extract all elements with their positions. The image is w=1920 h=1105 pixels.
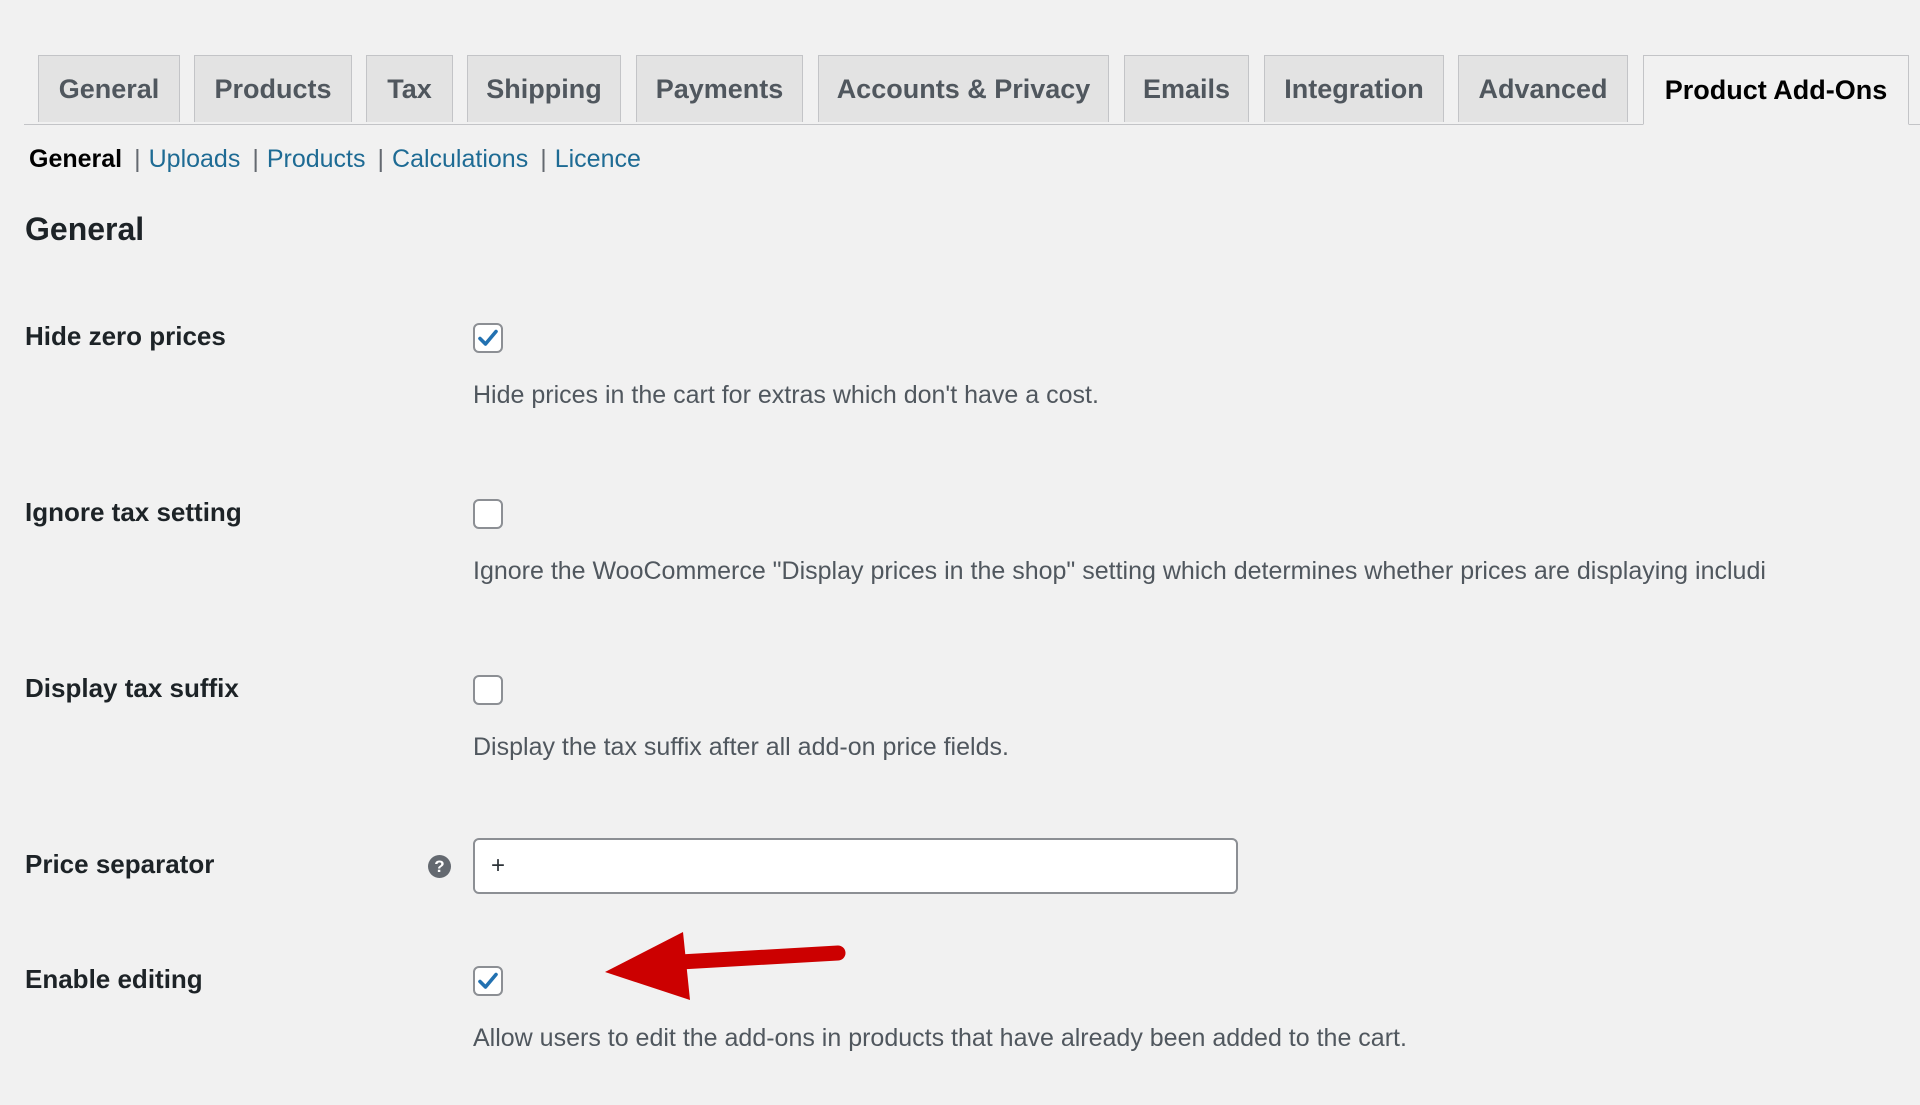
tab-emails[interactable]: Emails [1124,55,1249,122]
settings-tab-bar: General Products Tax Shipping Payments A… [24,55,1920,125]
tab-accounts-privacy[interactable]: Accounts & Privacy [818,55,1109,122]
subnav-separator: | [252,145,259,173]
enable-editing-checkbox[interactable] [473,966,503,996]
red-arrow-shaft [672,945,846,970]
tab-products[interactable]: Products [194,55,352,122]
subnav-separator: | [134,145,141,173]
subnav-link-products[interactable]: Products [267,143,366,175]
red-arrow-icon [605,932,846,1000]
subnav-link-uploads[interactable]: Uploads [149,143,241,175]
display-tax-suffix-label: Display tax suffix [25,673,239,703]
display-tax-suffix-checkbox[interactable] [473,675,503,705]
price-separator-label: Price separator [25,849,215,879]
subnav-link-calculations[interactable]: Calculations [392,143,528,175]
subnav-item-licence: | Licence [528,143,641,175]
sub-navigation: General | Uploads | Products | Calculati… [29,143,641,175]
section-title: General [25,211,145,247]
hide-zero-prices-checkbox[interactable] [473,323,503,353]
red-arrow-head [605,932,690,1000]
ignore-tax-setting-label: Ignore tax setting [25,497,242,527]
tab-payments[interactable]: Payments [636,55,803,122]
enable-editing-description: Allow users to edit the add-ons in produ… [473,1024,1407,1052]
subnav-separator: | [540,145,547,173]
subnav-item-calculations: | Calculations [366,143,529,175]
checkmark-icon [478,972,498,989]
tab-advanced[interactable]: Advanced [1458,55,1628,122]
question-mark-icon[interactable]: ? [428,855,451,878]
enable-editing-label: Enable editing [25,964,203,994]
tab-tax[interactable]: Tax [366,55,453,122]
tab-integration[interactable]: Integration [1264,55,1444,122]
hide-zero-prices-description: Hide prices in the cart for extras which… [473,381,1099,409]
display-tax-suffix-description: Display the tax suffix after all add-on … [473,733,1009,761]
subnav-item-uploads: | Uploads [122,143,240,175]
ignore-tax-setting-checkbox[interactable] [473,499,503,529]
price-separator-input[interactable] [473,838,1238,894]
tab-shipping[interactable]: Shipping [467,55,621,122]
subnav-current-label: General [29,145,123,173]
ignore-tax-setting-description: Ignore the WooCommerce "Display prices i… [473,557,1766,585]
tab-general[interactable]: General [38,55,180,122]
subnav-link-licence[interactable]: Licence [555,143,641,175]
subnav-general-current[interactable]: General [29,143,122,175]
tab-product-add-ons[interactable]: Product Add-Ons [1643,55,1909,125]
subnav-item-products: | Products [240,143,365,175]
checkmark-icon [478,329,498,346]
subnav-separator: | [377,145,385,173]
hide-zero-prices-label: Hide zero prices [25,321,226,351]
